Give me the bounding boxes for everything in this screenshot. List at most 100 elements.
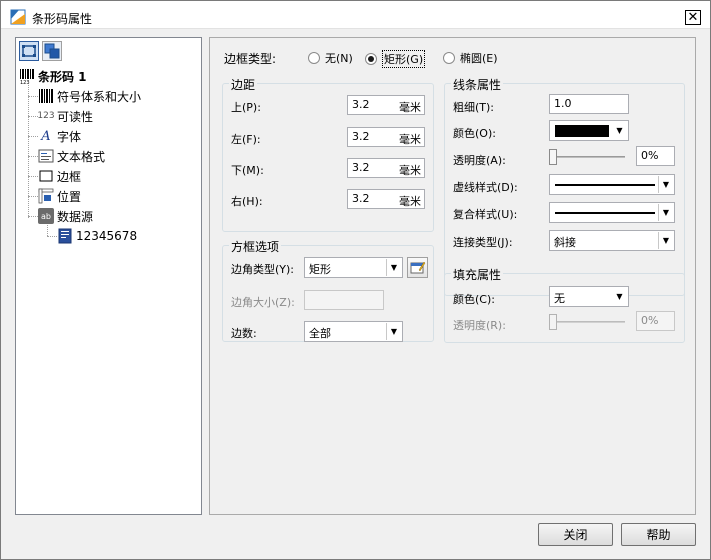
tree-item-symbology[interactable]: 符号体系和大小: [38, 87, 141, 105]
close-window-button[interactable]: ✕: [685, 10, 701, 25]
layers-button[interactable]: [42, 41, 62, 61]
corner-size-label: 边角大小(Z):: [231, 296, 295, 309]
border-properties-panel: 边框类型: 无(N) 矩形(G) 椭圆(E) 边距 上(P): 3.2 毫米 左…: [209, 37, 696, 515]
sides-select[interactable]: 全部 ▼: [304, 321, 403, 342]
dash-style-select[interactable]: ▼: [549, 174, 675, 195]
datasource-icon: ab: [38, 208, 54, 224]
compound-style-select[interactable]: ▼: [549, 202, 675, 223]
corner-size-input[interactable]: [304, 290, 384, 310]
close-button[interactable]: 关闭: [538, 523, 613, 546]
tree-item-label: 条形码 1: [38, 69, 87, 84]
line-transparency-slider[interactable]: [549, 147, 625, 167]
font-icon: A: [41, 128, 51, 144]
tree-view-button[interactable]: [19, 41, 39, 61]
tree-item-data-field[interactable]: 12345678: [57, 227, 137, 245]
sides-label: 边数:: [231, 327, 257, 340]
fill-color-label: 颜色(C):: [453, 293, 495, 306]
line-transparency-label: 透明度(A):: [453, 154, 506, 167]
tree-item-readability[interactable]: 123 可读性: [37, 107, 94, 125]
barcode-properties-dialog: 条形码属性 ✕ 123 条形码 1 符号体系和大小 123 可读性 A 字体 文…: [0, 0, 711, 560]
chevron-down-icon: ▼: [616, 126, 623, 135]
select-value: 无: [554, 292, 565, 305]
radio-icon: [308, 52, 320, 64]
group-title: 线条属性: [451, 76, 504, 93]
tree-item-text-format[interactable]: 文本格式: [38, 147, 105, 165]
input-value: 3.2: [352, 98, 370, 111]
input-value: 3.2: [352, 130, 370, 143]
tree-item-datasource[interactable]: ab 数据源: [38, 207, 93, 225]
tree-item-font[interactable]: A 字体: [38, 127, 81, 145]
chevron-down-icon: ▼: [386, 323, 401, 340]
app-icon: [10, 9, 26, 25]
line-transparency-input[interactable]: 0%: [636, 146, 675, 166]
border-icon: [38, 168, 54, 184]
chevron-down-icon: ▼: [658, 204, 673, 221]
data-field-icon: [57, 228, 73, 244]
corner-type-label: 边角类型(Y):: [231, 263, 295, 276]
tree-item-barcode-1[interactable]: 123 条形码 1: [19, 67, 87, 85]
fill-transparency-slider[interactable]: [549, 312, 625, 332]
position-icon: [38, 188, 54, 204]
unit-label: 毫米: [399, 101, 421, 114]
corner-type-select[interactable]: 矩形 ▼: [304, 257, 403, 278]
layers-icon: [44, 43, 60, 59]
tree-item-border[interactable]: 边框: [38, 167, 81, 185]
chevron-down-icon: ▼: [658, 232, 673, 249]
slider-thumb[interactable]: [549, 314, 557, 330]
tree-item-label: 位置: [57, 189, 82, 204]
close-icon: ✕: [687, 10, 699, 25]
slider-thumb[interactable]: [549, 149, 557, 165]
compound-style-label: 复合样式(U):: [453, 208, 518, 221]
line-color-select[interactable]: ▼: [549, 120, 629, 141]
border-type-ellipse-radio[interactable]: 椭圆(E): [443, 50, 498, 66]
radio-label: 矩形(G): [382, 50, 426, 68]
unit-label: 毫米: [399, 195, 421, 208]
input-value: 0%: [641, 149, 659, 162]
border-type-rectangle-radio[interactable]: 矩形(G): [365, 50, 426, 68]
tree-item-label: 数据源: [57, 209, 94, 224]
group-title: 边距: [229, 76, 258, 93]
dash-style-label: 虚线样式(D):: [453, 181, 518, 194]
fill-transparency-input[interactable]: 0%: [636, 311, 675, 331]
barcode-icon: 123: [19, 68, 35, 84]
select-value: 斜接: [554, 236, 576, 249]
border-type-none-radio[interactable]: 无(N): [308, 50, 353, 66]
tree-view-icon: [22, 45, 36, 57]
join-type-label: 连接类型(J):: [453, 236, 513, 249]
unit-label: 毫米: [399, 164, 421, 177]
tree-item-position[interactable]: 位置: [38, 187, 81, 205]
margin-group: 边距 上(P): 3.2 毫米 左(F): 3.2 毫米 下(M): 3.2 毫…: [222, 76, 434, 232]
corner-edit-button[interactable]: [407, 257, 428, 278]
title-bar: 条形码属性 ✕: [1, 1, 710, 29]
solid-line-preview: [555, 212, 655, 214]
input-value: 3.2: [352, 192, 370, 205]
group-title: 填充属性: [451, 266, 504, 283]
fill-transparency-label: 透明度(R):: [453, 319, 506, 332]
fill-color-select[interactable]: 无 ▼: [549, 286, 629, 307]
margin-left-label: 左(F):: [231, 133, 261, 146]
solid-line-preview: [555, 184, 655, 186]
radio-label: 无(N): [325, 52, 353, 65]
box-options-group: 方框选项 边角类型(Y): 矩形 ▼ 边角大小(Z): 边数: 全部 ▼: [222, 238, 434, 342]
tree-item-label: 12345678: [76, 229, 138, 243]
radio-selected-icon: [365, 53, 377, 65]
color-swatch: [555, 125, 609, 137]
chevron-down-icon: ▼: [658, 176, 673, 193]
property-tree-panel: 123 条形码 1 符号体系和大小 123 可读性 A 字体 文本格式 边框 位…: [15, 37, 202, 515]
input-value: 3.2: [352, 161, 370, 174]
margin-right-label: 右(H):: [231, 195, 263, 208]
select-value: 矩形: [309, 263, 331, 276]
radio-icon: [443, 52, 455, 64]
thickness-input[interactable]: 1.0: [549, 94, 629, 114]
select-value: 全部: [309, 327, 331, 340]
fill-properties-group: 填充属性 颜色(C): 无 ▼ 透明度(R): 0%: [444, 266, 685, 343]
tree-item-label: 可读性: [57, 109, 94, 124]
join-type-select[interactable]: 斜接 ▼: [549, 230, 675, 251]
edit-corner-icon: [410, 261, 426, 274]
help-button[interactable]: 帮助: [621, 523, 696, 546]
tree-item-label: 字体: [57, 129, 82, 144]
svg-text:123: 123: [20, 80, 30, 84]
tree-item-label: 符号体系和大小: [57, 89, 142, 104]
barcode-symbology-icon: [38, 88, 54, 104]
line-color-label: 颜色(O):: [453, 127, 496, 140]
